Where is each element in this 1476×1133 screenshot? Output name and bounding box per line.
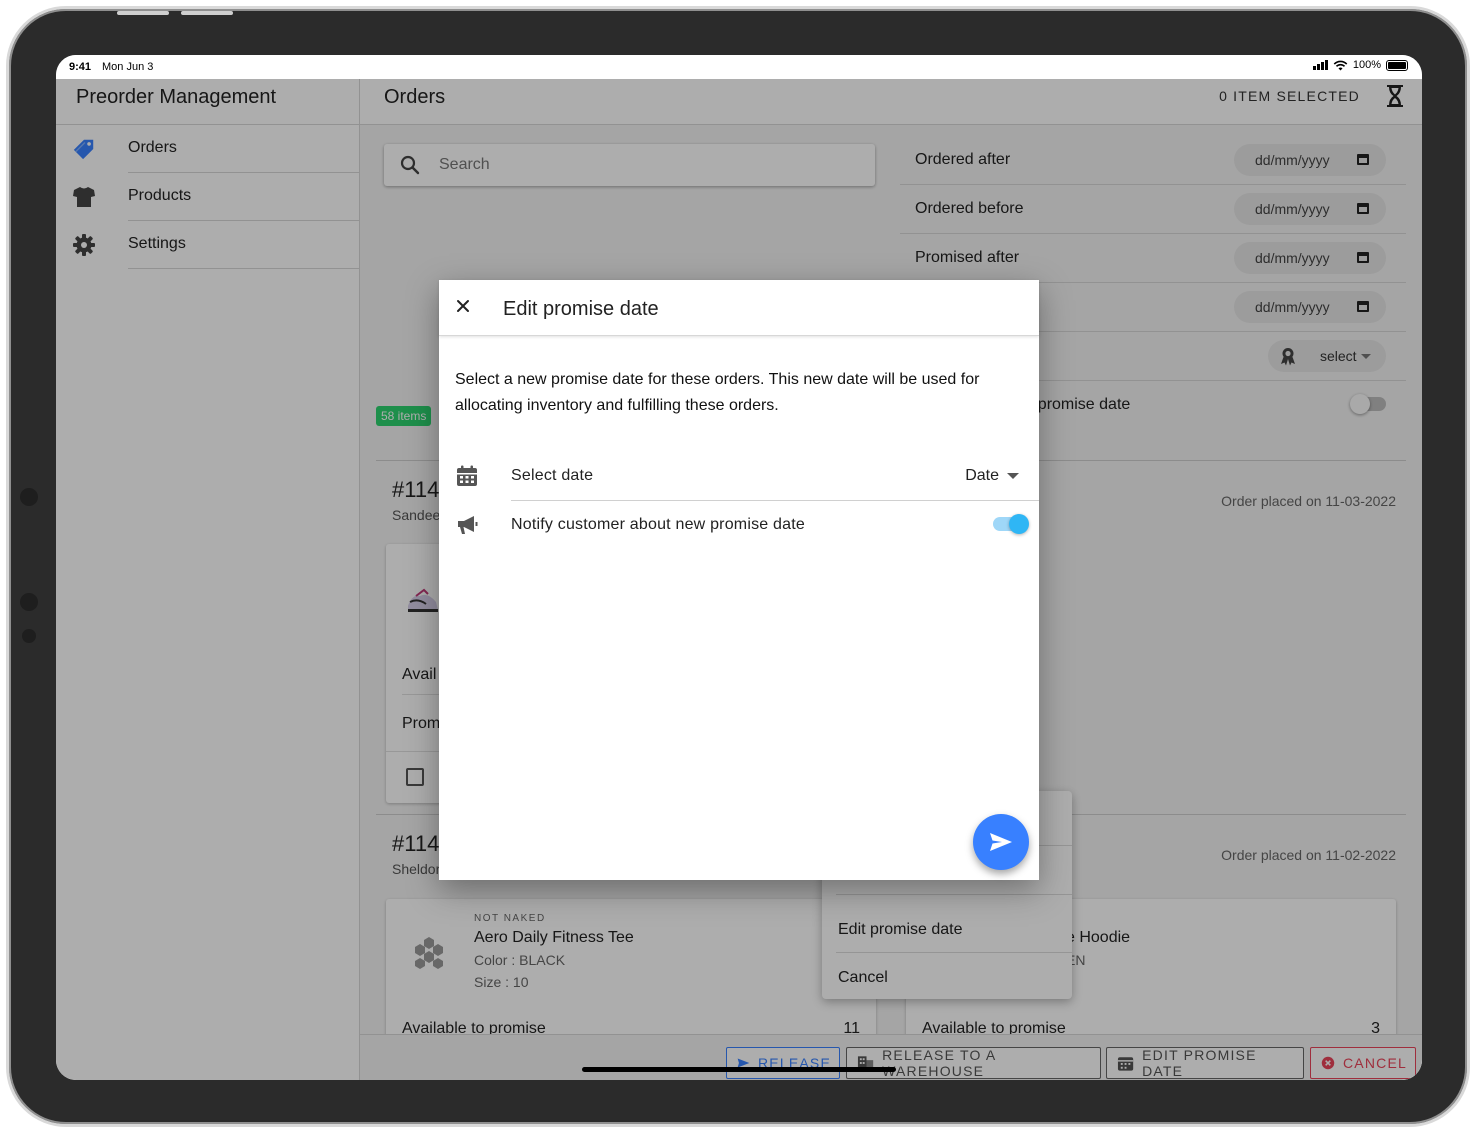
notify-customer-row: Notify customer about new promise date — [439, 501, 1039, 550]
status-indicators: 100% — [1312, 59, 1408, 71]
notify-customer-toggle[interactable] — [993, 514, 1029, 534]
modal-description: Select a new promise date for these orde… — [455, 371, 980, 414]
edit-promise-date-modal: Edit promise date Select a new promise d… — [439, 280, 1039, 880]
sensor-dot — [20, 593, 38, 611]
wifi-icon — [1333, 60, 1348, 71]
close-icon[interactable] — [453, 296, 473, 321]
modal-header: Edit promise date — [439, 280, 1039, 336]
caret-down-icon — [1007, 473, 1019, 479]
camera-dot — [20, 488, 38, 506]
send-icon — [990, 833, 1012, 851]
date-dropdown[interactable]: Date — [965, 467, 1019, 485]
status-time: 9:41 — [69, 61, 92, 73]
cellular-signal-icon — [1312, 60, 1328, 70]
calendar-icon — [455, 464, 479, 493]
save-fab-button[interactable] — [973, 814, 1029, 870]
battery-percent: 100% — [1352, 59, 1381, 71]
sensor-dot — [22, 629, 36, 643]
date-dropdown-value: Date — [965, 467, 999, 484]
select-date-row[interactable]: Select date Date — [439, 452, 1039, 501]
volume-button — [117, 11, 169, 15]
modal-title: Edit promise date — [503, 298, 659, 320]
status-bar: 9:41 Mon Jun 3 100% — [56, 55, 1422, 79]
home-indicator[interactable] — [582, 1067, 896, 1072]
megaphone-icon — [455, 513, 479, 542]
screen: 9:41 Mon Jun 3 100% Preorder Management … — [56, 55, 1422, 1080]
select-date-label: Select date — [511, 467, 594, 484]
status-date: Mon Jun 3 — [102, 61, 154, 73]
battery-icon — [1386, 59, 1408, 71]
volume-button — [181, 11, 233, 15]
notify-customer-label: Notify customer about new promise date — [511, 516, 805, 533]
